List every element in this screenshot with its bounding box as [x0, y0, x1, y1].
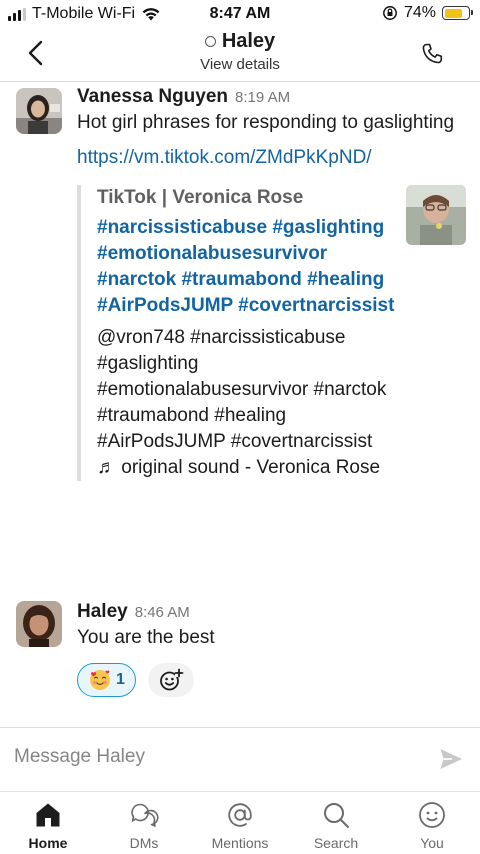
add-reaction-icon: [160, 668, 184, 691]
sender-name[interactable]: Vanessa Nguyen: [77, 86, 228, 108]
message-composer: [0, 727, 480, 791]
link-preview-thumbnail[interactable]: [406, 185, 466, 245]
avatar-image: [16, 88, 62, 134]
home-icon: [36, 803, 60, 827]
message-link[interactable]: https://vm.tiktok.com/ZMdPkKpND/: [77, 145, 466, 171]
tab-label: Home: [28, 835, 68, 851]
message-time: 8:46 AM: [134, 604, 190, 621]
tab-label: DMs: [129, 835, 159, 851]
avatar-image: [16, 601, 62, 647]
message-text: Hot girl phrases for responding to gasli…: [77, 112, 455, 133]
link-preview[interactable]: TikTok | Veronica Rose #narcissisticabus…: [77, 185, 466, 481]
tab-mentions[interactable]: Mentions: [192, 792, 288, 854]
tab-label: You: [420, 835, 444, 851]
message-time: 8:19 AM: [235, 89, 291, 106]
sender-name[interactable]: Haley: [77, 601, 128, 623]
mentions-icon: [228, 803, 252, 827]
reaction-pill[interactable]: 1: [77, 663, 136, 697]
status-bar: T-Mobile Wi-Fi 8:47 AM 74%: [0, 0, 480, 28]
link-preview-title[interactable]: #narcissisticabuse #gaslighting #emotion…: [97, 215, 397, 319]
status-right: 74%: [382, 4, 473, 22]
tab-you[interactable]: You: [384, 792, 480, 854]
you-icon: [419, 802, 445, 828]
rotation-lock-icon: [383, 6, 397, 20]
tab-dms[interactable]: DMs: [96, 792, 192, 854]
link-preview-description: @vron748 #narcissisticabuse #gaslighting…: [97, 327, 387, 478]
battery-percent: 74%: [403, 4, 436, 21]
tab-bar: Home DMs Mentions Search You: [0, 791, 480, 854]
tab-label: Mentions: [211, 835, 269, 851]
message-text: You are the best: [77, 627, 215, 648]
conversation-header: Haley View details: [0, 28, 480, 82]
conversation-name: Haley: [221, 30, 276, 52]
reactions-row: 1: [77, 663, 466, 697]
message-body: Haley 8:46 AM You are the best 1: [77, 601, 466, 697]
avatar[interactable]: [16, 88, 62, 134]
message-input[interactable]: [14, 746, 414, 768]
dms-icon: [131, 803, 159, 827]
presence-indicator: [204, 36, 216, 47]
add-reaction-button[interactable]: [147, 663, 194, 697]
search-icon: [324, 803, 349, 828]
header-center[interactable]: Haley View details: [0, 28, 480, 73]
send-icon[interactable]: [438, 746, 464, 772]
conversation-title: Haley: [0, 30, 480, 53]
avatar[interactable]: [16, 601, 62, 647]
message-header: Vanessa Nguyen 8:19 AM: [77, 86, 466, 108]
view-details-link[interactable]: View details: [0, 56, 480, 73]
reaction-count: 1: [116, 671, 125, 688]
message-header: Haley 8:46 AM: [77, 601, 466, 623]
thumbnail-image: [406, 185, 466, 245]
message-body: Vanessa Nguyen 8:19 AM Hot girl phrases …: [77, 86, 466, 481]
phone-icon[interactable]: [420, 42, 444, 66]
tab-label: Search: [313, 835, 359, 851]
battery-icon: [442, 6, 473, 20]
tab-search[interactable]: Search: [288, 792, 384, 854]
tab-home[interactable]: Home: [0, 792, 96, 854]
smiling-face-with-hearts-icon: [90, 670, 110, 690]
